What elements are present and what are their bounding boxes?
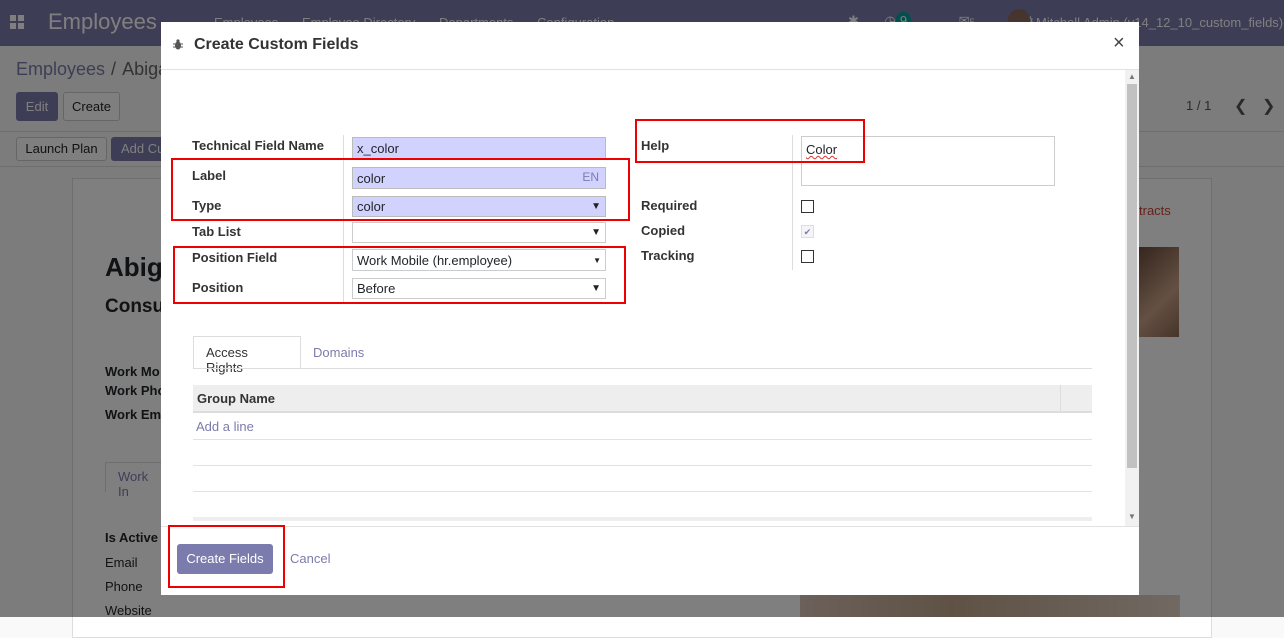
tab-list-label: Tab List	[192, 224, 241, 239]
tab-list-select[interactable]: ▼	[352, 222, 606, 243]
tracking-label: Tracking	[641, 248, 695, 263]
bug-icon	[173, 39, 183, 50]
tracking-checkbox[interactable]	[801, 250, 814, 263]
required-checkbox[interactable]	[801, 200, 814, 213]
highlight-help	[635, 119, 865, 163]
scrollbar-thumb[interactable]	[1127, 84, 1137, 468]
table-row	[193, 439, 1092, 440]
highlight-position	[173, 246, 626, 304]
highlight-label-type	[171, 158, 630, 221]
highlight-create-fields	[168, 525, 285, 588]
tabs-baseline	[193, 368, 1092, 369]
technical-field-name-input[interactable]: x_color	[352, 137, 606, 159]
copied-label: Copied	[641, 223, 686, 238]
table-footer	[193, 517, 1092, 521]
cancel-button[interactable]: Cancel	[290, 551, 330, 566]
modal-title: Create Custom Fields	[194, 36, 359, 53]
tab-domains[interactable]: Domains	[313, 345, 364, 360]
modal-body: Technical Field Name Label Type Tab List…	[161, 70, 1139, 526]
column-group-name[interactable]: Group Name	[197, 391, 275, 406]
required-label: Required	[641, 198, 698, 213]
copied-checkbox: ✔	[801, 225, 814, 238]
scroll-up-icon[interactable]: ▲	[1128, 72, 1136, 81]
create-custom-fields-dialog: Create Custom Fields × Technical Field N…	[161, 22, 1139, 595]
table-row	[193, 465, 1092, 466]
tab-access-rights[interactable]: Access Rights	[193, 336, 301, 375]
close-icon[interactable]: ×	[1113, 32, 1125, 55]
technical-field-name-label: Technical Field Name	[192, 138, 324, 153]
add-line-link[interactable]: Add a line	[196, 419, 254, 434]
scrollbar[interactable]: ▲ ▼	[1125, 70, 1139, 526]
table-header: Group Name	[193, 385, 1092, 413]
modal-footer: Create Fields Cancel	[161, 525, 1139, 595]
scroll-down-icon[interactable]: ▼	[1128, 512, 1136, 521]
modal-header: Create Custom Fields ×	[161, 22, 1139, 70]
table-row	[193, 491, 1092, 492]
chevron-down-icon: ▼	[591, 227, 601, 238]
column-separator	[1060, 385, 1061, 413]
